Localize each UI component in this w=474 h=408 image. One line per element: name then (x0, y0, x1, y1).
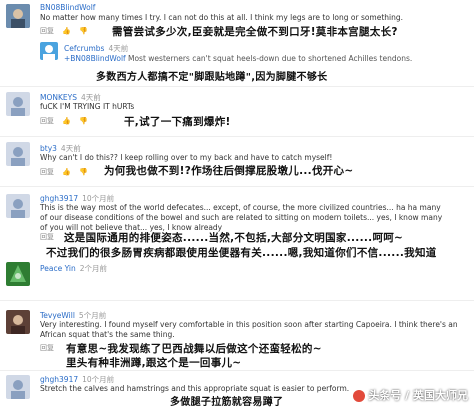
comment-actions: 回复 👍 👎 (40, 116, 88, 126)
divider (0, 300, 474, 301)
avatar[interactable] (6, 194, 30, 218)
avatar[interactable] (6, 142, 30, 166)
toutiao-logo-icon (353, 390, 366, 402)
thumb-up-icon[interactable]: 👍 (62, 27, 71, 35)
comment-username[interactable]: BN08BlindWolf (40, 3, 95, 12)
comment-username[interactable]: Cefcrumbs 4天前 (64, 43, 128, 54)
thumb-up-icon[interactable]: 👍 (62, 168, 71, 176)
thumb-down-icon[interactable]: 👎 (79, 27, 88, 35)
translation: 需管尝试多少次,臣妾就是完全做不到口牙!莫非本宫腿太长? (112, 26, 398, 38)
comment-text: Very interesting. I found myself very co… (40, 320, 458, 339)
divider (0, 370, 474, 371)
reply-link[interactable]: 回复 (40, 344, 54, 352)
thumb-down-icon[interactable]: 👎 (79, 168, 88, 176)
divider (0, 136, 474, 137)
comment-actions: 回复 (40, 232, 54, 242)
translation-line-1: 有意思~我发现练了巴西战舞以后做这个还蛮轻松的~ (66, 343, 322, 355)
quoted-text: Most westerners can't squat heels-down d… (128, 54, 413, 63)
comment-actions: 回复 👍 👎 (40, 167, 88, 177)
comment-text: Why can't I do this?? I keep rolling ove… (40, 153, 333, 162)
translation: 干,试了一下痛到爆炸! (124, 116, 231, 128)
avatar[interactable] (6, 375, 30, 399)
translation-line-2: 不过我们的很多肠胃疾病都跟使用坐便器有关......嗯,我知道你们不信.....… (46, 247, 437, 259)
thumb-down-icon[interactable]: 👎 (79, 117, 88, 125)
reply-link[interactable]: 回复 (40, 233, 54, 241)
quoted-user[interactable]: +BN08BlindWolf (64, 54, 126, 63)
reply-link[interactable]: 回复 (40, 27, 54, 35)
translation: 多做腿子拉筋就容易蹲了 (170, 397, 284, 408)
avatar[interactable] (6, 92, 30, 116)
avatar[interactable] (6, 310, 30, 334)
avatar[interactable] (6, 4, 30, 28)
avatar[interactable] (40, 42, 58, 60)
comment-text: fuCK I'M TRYING IT hURTs (40, 102, 135, 111)
translation: 为何我也做不到!?作场往后倒撑屁股墩儿...伐开心~ (104, 165, 354, 177)
divider (0, 186, 474, 187)
translation-line-1: 这是国际通用的排便姿态......当然,不包括,大部分文明国家......呵呵~ (64, 232, 404, 244)
comment-actions: 回复 👍 👎 (40, 26, 88, 36)
comment-username[interactable]: Peace Yin 2个月前 (40, 263, 107, 274)
comment-text: No matter how many times I try. I can no… (40, 13, 404, 22)
translation: 多数西方人都搞不定"脚跟贴地蹲",因为脚腱不够长 (96, 72, 328, 83)
reply-link[interactable]: 回复 (40, 168, 54, 176)
comment-text: This is the way most of the world defeca… (40, 203, 443, 232)
avatar[interactable] (6, 262, 30, 286)
watermark: 头条号 / 英国大师兄 (353, 387, 468, 403)
reply-link[interactable]: 回复 (40, 117, 54, 125)
thumb-up-icon[interactable]: 👍 (62, 117, 71, 125)
translation-line-2: 里头有种非洲蹲,跟这个是一回事儿~ (66, 357, 242, 369)
comment-actions: 回复 (40, 343, 54, 353)
divider (0, 86, 474, 87)
